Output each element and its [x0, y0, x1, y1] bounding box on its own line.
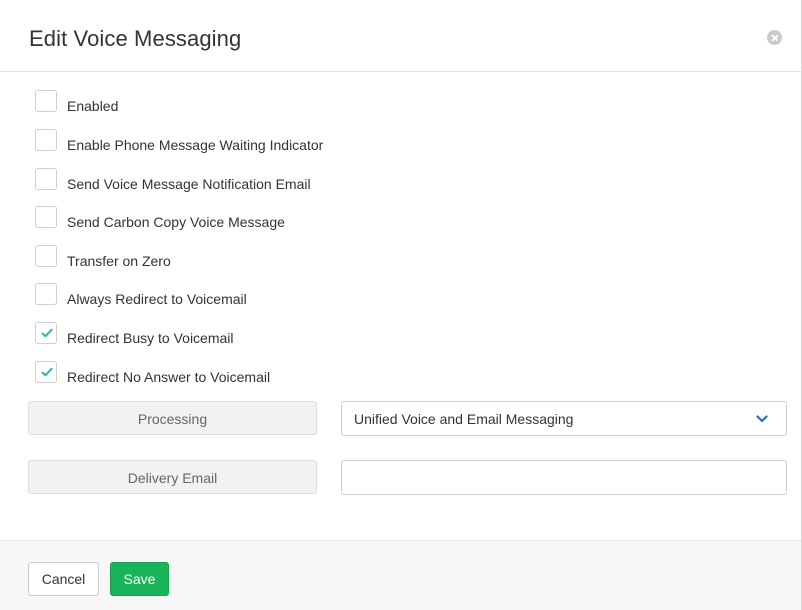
option-label: Redirect Busy to Voicemail	[67, 330, 234, 346]
checkbox-checked[interactable]	[35, 322, 57, 344]
option-label: Always Redirect to Voicemail	[67, 291, 247, 307]
checkbox[interactable]	[35, 206, 57, 228]
processing-label: Processing	[28, 401, 317, 435]
option-transfer-zero[interactable]: Transfer on Zero	[35, 244, 171, 269]
option-notify-email[interactable]: Send Voice Message Notification Email	[35, 167, 311, 192]
delivery-email-input[interactable]	[341, 460, 787, 495]
option-redirect-busy[interactable]: Redirect Busy to Voicemail	[35, 321, 234, 346]
checkbox[interactable]	[35, 90, 57, 112]
checkmark-icon	[41, 367, 53, 377]
option-label: Send Carbon Copy Voice Message	[67, 214, 285, 230]
option-label: Redirect No Answer to Voicemail	[67, 369, 271, 385]
option-carbon-copy[interactable]: Send Carbon Copy Voice Message	[35, 205, 285, 230]
cancel-button[interactable]: Cancel	[28, 562, 99, 596]
checkbox[interactable]	[35, 168, 57, 190]
option-always-redirect[interactable]: Always Redirect to Voicemail	[35, 282, 247, 307]
option-redirect-no-answer[interactable]: Redirect No Answer to Voicemail	[35, 360, 271, 385]
edit-voice-messaging-dialog: Edit Voice Messaging Enabled Enable Phon…	[0, 0, 802, 610]
option-mwi[interactable]: Enable Phone Message Waiting Indicator	[35, 128, 324, 153]
save-button[interactable]: Save	[110, 562, 169, 596]
checkbox-checked[interactable]	[35, 361, 57, 383]
option-enabled[interactable]: Enabled	[35, 89, 119, 114]
option-label: Enable Phone Message Waiting Indicator	[67, 137, 324, 153]
delivery-email-label: Delivery Email	[28, 460, 317, 494]
checkmark-icon	[41, 328, 53, 338]
processing-select[interactable]: Unified Voice and Email Messaging	[341, 401, 787, 436]
option-label: Enabled	[67, 98, 119, 114]
option-label: Transfer on Zero	[67, 253, 171, 269]
dialog-title: Edit Voice Messaging	[29, 26, 242, 51]
option-label: Send Voice Message Notification Email	[67, 176, 311, 192]
chevron-down-icon	[756, 415, 768, 423]
checkbox[interactable]	[35, 283, 57, 305]
checkbox[interactable]	[35, 245, 57, 267]
processing-selected-value: Unified Voice and Email Messaging	[354, 411, 574, 427]
checkbox[interactable]	[35, 129, 57, 151]
dialog-header: Edit Voice Messaging	[0, 0, 801, 72]
close-icon[interactable]	[767, 30, 782, 45]
